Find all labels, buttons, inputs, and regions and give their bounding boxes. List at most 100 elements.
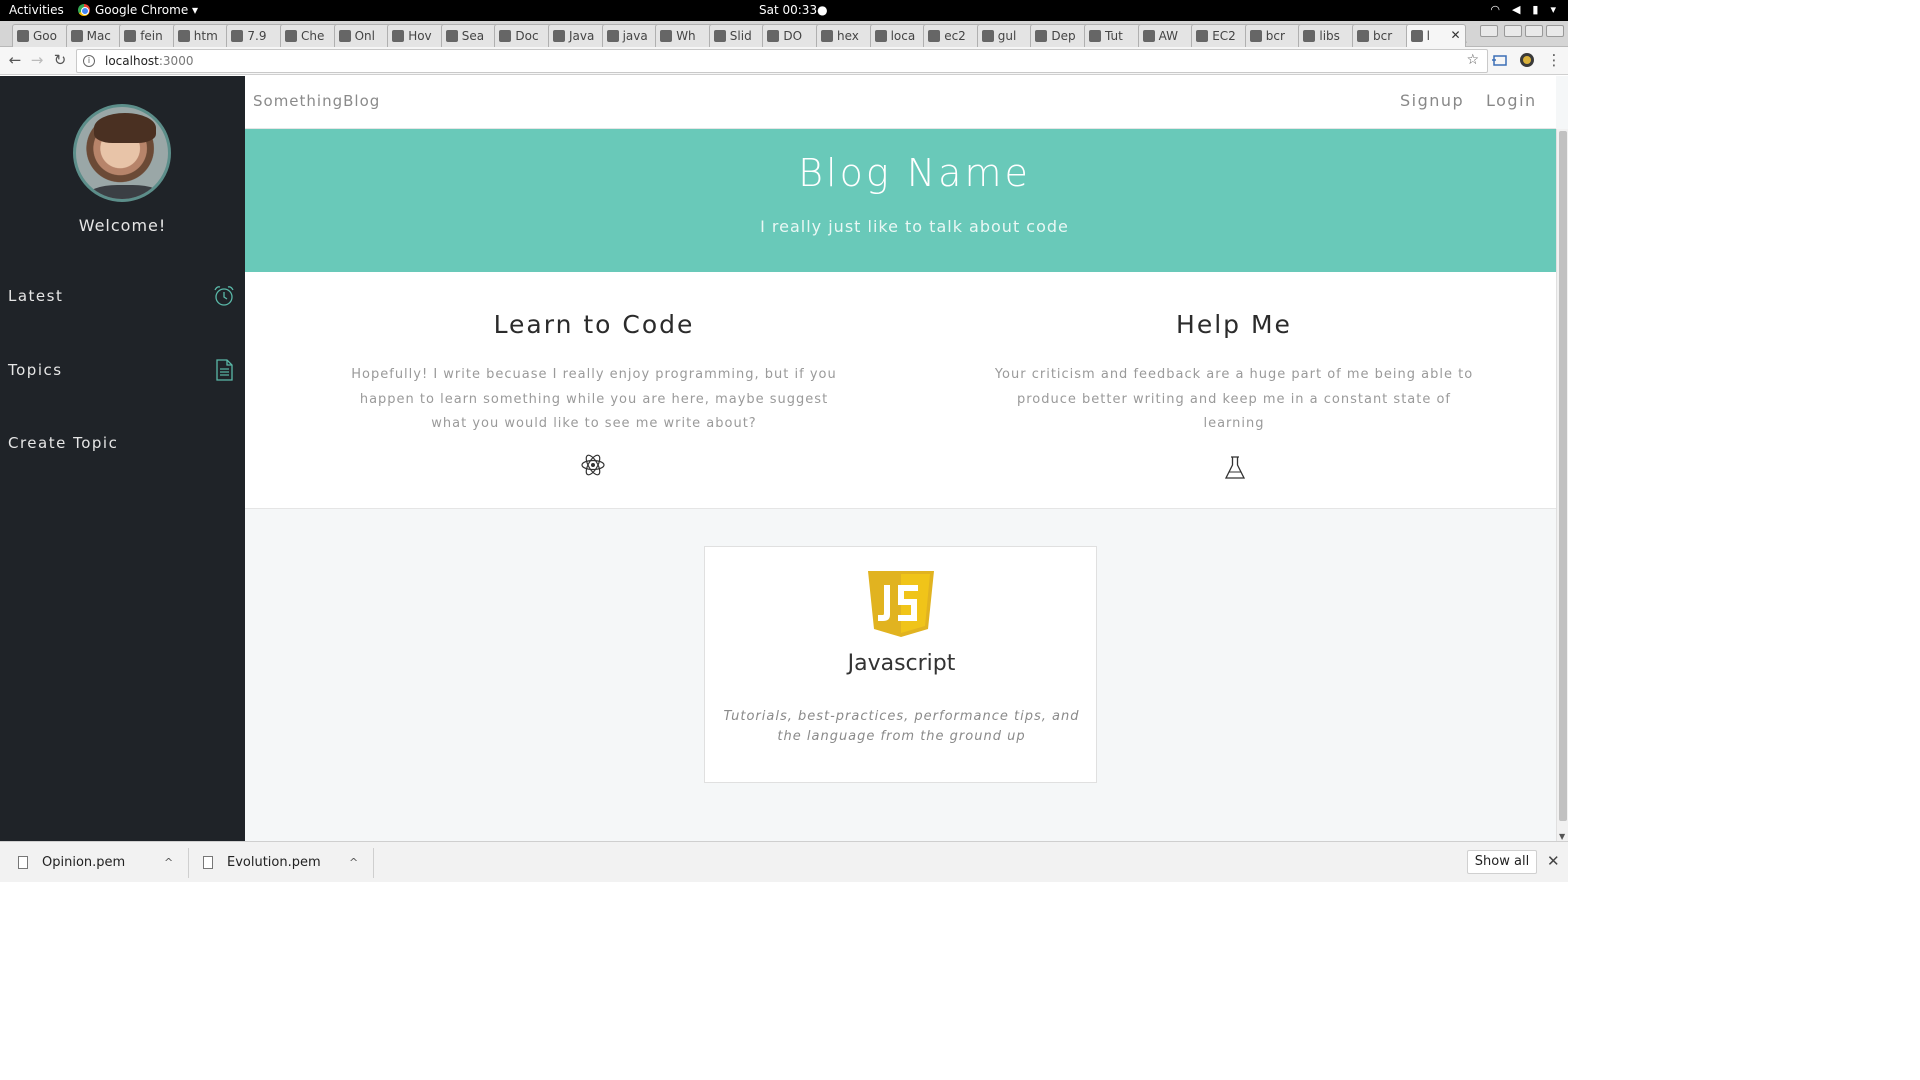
site-navbar: SomethingBlog Signup Login <box>245 76 1556 129</box>
document-icon <box>216 359 233 381</box>
browser-tab[interactable]: Hov <box>387 24 448 47</box>
browser-tab[interactable]: Tut <box>1084 24 1144 47</box>
browser-tab[interactable]: Goo <box>12 24 72 47</box>
info-icon[interactable]: i <box>83 55 95 67</box>
tab-label: Dep <box>1051 29 1076 43</box>
cast-icon[interactable] <box>1492 52 1508 68</box>
browser-tab[interactable]: Mac <box>65 24 126 47</box>
browser-tab[interactable]: Doc <box>494 24 555 47</box>
bookmark-star-icon[interactable]: ☆ <box>1466 52 1479 68</box>
browser-tab[interactable]: libs <box>1298 24 1359 47</box>
activities-button[interactable]: Activities <box>9 3 64 17</box>
volume-icon: ◀ <box>1511 3 1521 16</box>
feature-text: Hopefully! I write becuase I really enjo… <box>351 367 837 431</box>
tab-favicon-icon <box>231 30 244 42</box>
browser-tab[interactable]: Sea <box>440 24 501 47</box>
topic-card-title[interactable]: Javascript <box>705 651 1098 676</box>
tab-label: EC2 <box>1212 29 1236 43</box>
minimize-icon[interactable] <box>1504 25 1522 37</box>
browser-tab[interactable]: Java <box>548 24 608 47</box>
download-filename: Evolution.pem <box>227 855 321 870</box>
chrome-menu-icon[interactable]: ⋮ <box>1545 51 1563 69</box>
tab-favicon-icon <box>338 30 351 42</box>
download-item-evolution[interactable]: Evolution.pem ^ <box>203 842 373 883</box>
browser-tab[interactable]: hex <box>816 24 876 47</box>
welcome-text: Welcome! <box>78 216 167 235</box>
tab-favicon-icon <box>17 30 29 42</box>
tab-favicon-icon <box>1142 30 1155 42</box>
browser-tab[interactable]: EC2 <box>1191 24 1252 47</box>
tab-label: Che <box>301 29 325 43</box>
browser-tab-active[interactable]: l ✕ <box>1405 24 1466 47</box>
browser-tab[interactable]: Onl <box>333 24 394 47</box>
browser-tab[interactable]: DO <box>762 24 823 47</box>
alarm-clock-icon <box>214 286 234 306</box>
maximize-icon[interactable] <box>1525 25 1543 37</box>
download-item-opinion[interactable]: Opinion.pem ^ <box>18 842 188 883</box>
scrollbar-thumb[interactable] <box>1559 131 1567 821</box>
hero-banner: Blog Name I really just like to talk abo… <box>245 129 1556 272</box>
topic-card-description: Tutorials, best-practices, performance t… <box>723 709 1080 744</box>
reload-icon[interactable]: ↻ <box>51 51 69 69</box>
app-menu[interactable]: Google Chrome ▾ <box>78 3 198 17</box>
browser-tab[interactable]: fein <box>119 24 180 47</box>
tab-label: loca <box>890 29 916 43</box>
tab-label: Hov <box>408 29 432 43</box>
chevron-up-icon[interactable]: ^ <box>349 856 358 869</box>
browser-tab[interactable]: Dep <box>1030 24 1091 47</box>
user-profile-icon[interactable] <box>1480 25 1498 37</box>
extension-icon[interactable] <box>1519 52 1535 68</box>
site-brand-link[interactable]: SomethingBlog <box>253 92 380 110</box>
sidebar-item-latest[interactable]: Latest <box>8 281 236 311</box>
tab-close-icon[interactable]: ✕ <box>1451 28 1461 42</box>
download-filename: Opinion.pem <box>42 855 126 870</box>
browser-tab[interactable]: AW <box>1137 24 1198 47</box>
browser-tab[interactable]: loca <box>869 24 930 47</box>
browser-tab[interactable]: bcr <box>1244 24 1305 47</box>
browser-tab[interactable]: Slid <box>708 24 769 47</box>
login-link[interactable]: Login <box>1486 91 1537 110</box>
forward-arrow-icon[interactable]: → <box>28 51 46 69</box>
avatar <box>73 104 171 202</box>
browser-tab[interactable]: gul <box>976 24 1037 47</box>
sidebar-item-create-topic[interactable]: Create Topic <box>8 428 236 458</box>
signup-link[interactable]: Signup <box>1400 91 1464 110</box>
browser-tab[interactable]: bcr <box>1352 24 1412 47</box>
battery-icon: ▮ <box>1532 3 1539 16</box>
system-tray[interactable]: ◠ ◀ ▮ ▾ <box>1490 3 1556 16</box>
tab-label: bcr <box>1373 29 1393 43</box>
tab-favicon-icon <box>1196 30 1209 42</box>
sidebar-item-topics[interactable]: Topics <box>8 355 236 385</box>
window-close-icon[interactable] <box>1546 25 1564 37</box>
main-content: SomethingBlog Signup Login Blog Name I r… <box>245 76 1568 841</box>
page-scrollbar[interactable]: ▼ <box>1556 129 1568 841</box>
tab-label: Slid <box>729 29 752 43</box>
feature-title: Learn to Code <box>493 310 695 339</box>
sidebar: Welcome! Latest Topics Create Topic <box>0 76 245 841</box>
tab-label: Wh <box>676 29 696 43</box>
feature-help-me: Help Me Your criticism and feedback are … <box>984 272 1484 479</box>
chevron-up-icon[interactable]: ^ <box>164 856 173 869</box>
tab-favicon-icon <box>392 30 405 42</box>
browser-tab[interactable]: 7.9 <box>226 24 287 47</box>
close-icon[interactable]: ✕ <box>1547 852 1560 870</box>
tab-label: libs <box>1319 29 1340 43</box>
browser-tab[interactable]: java <box>601 24 662 47</box>
browser-tab[interactable]: Che <box>280 24 340 47</box>
topic-card-javascript[interactable]: Javascript Tutorials, best-practices, pe… <box>704 546 1097 783</box>
divider <box>373 848 374 878</box>
tab-favicon-icon <box>1035 30 1048 42</box>
clock[interactable]: Sat 00:33● <box>759 3 828 17</box>
tab-favicon-icon <box>177 30 190 42</box>
tab-label: Onl <box>354 29 375 43</box>
tab-label: Tut <box>1105 29 1123 43</box>
scroll-down-arrow-icon[interactable]: ▼ <box>1559 832 1565 841</box>
browser-tab[interactable]: htm <box>172 24 233 47</box>
address-bar[interactable]: i localhost :3000 ☆ <box>76 49 1488 73</box>
tab-favicon-icon <box>1303 30 1316 42</box>
browser-tab[interactable]: ec2 <box>923 24 984 47</box>
back-arrow-icon[interactable]: ← <box>6 51 24 69</box>
browser-tab[interactable]: Wh <box>655 24 716 47</box>
show-all-downloads-button[interactable]: Show all <box>1467 850 1537 874</box>
tab-label: 7.9 <box>247 29 267 43</box>
